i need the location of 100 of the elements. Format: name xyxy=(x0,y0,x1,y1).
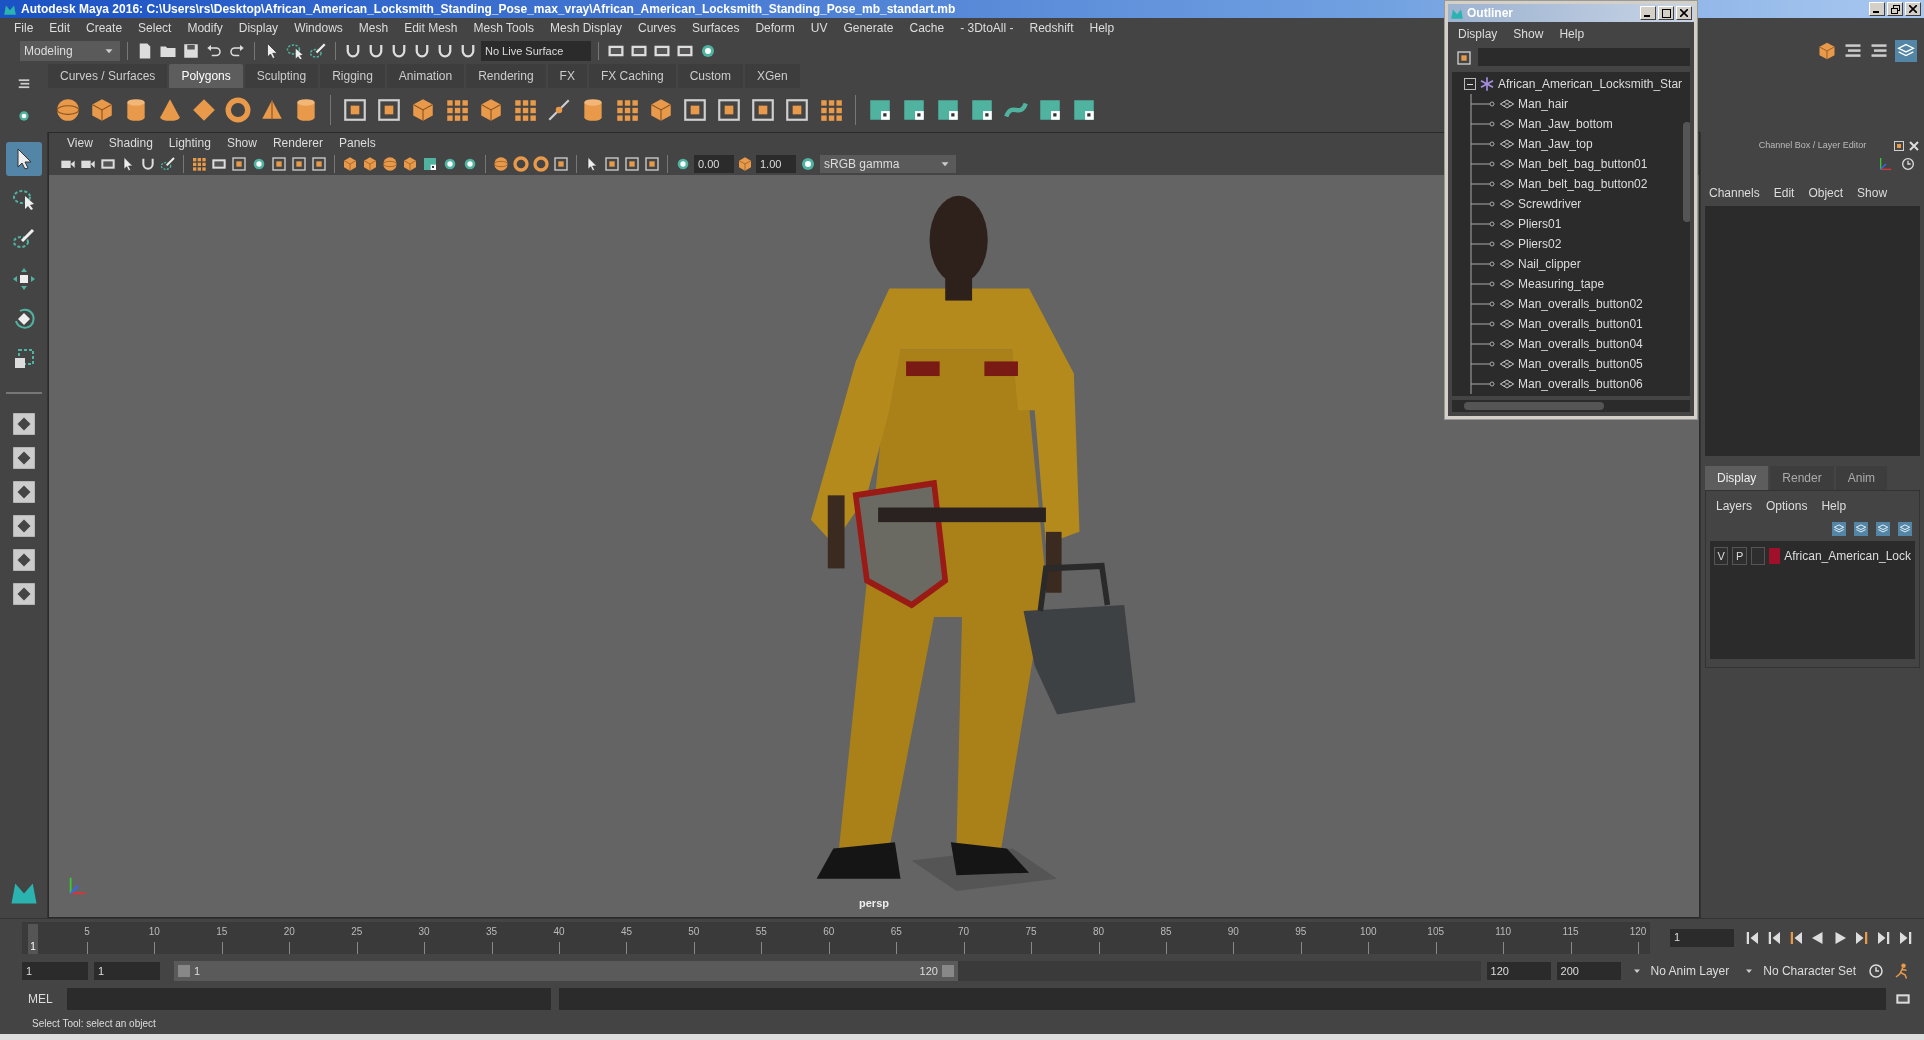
menu-item[interactable]: Create xyxy=(78,19,131,37)
shelf-tab[interactable]: Rendering xyxy=(466,64,546,88)
outliner-item[interactable]: Man_Jaw_top xyxy=(1518,135,1593,153)
tool-button[interactable] xyxy=(1831,521,1847,537)
tool-button[interactable] xyxy=(310,155,328,173)
tool-button[interactable] xyxy=(16,108,32,124)
range-slider-track[interactable]: 1 120 xyxy=(174,961,1481,981)
tool-button[interactable] xyxy=(341,155,359,173)
tool-button[interactable] xyxy=(512,155,530,173)
outliner-item[interactable]: Pliers02 xyxy=(1518,235,1562,253)
menu-item[interactable]: UV xyxy=(802,19,836,37)
tool-button[interactable] xyxy=(532,155,550,173)
layer-menu-item[interactable]: Layers xyxy=(1716,497,1753,515)
outliner-item[interactable]: Screwdriver xyxy=(1518,195,1582,213)
outliner-item[interactable]: Man_overalls_button06 xyxy=(1518,375,1643,393)
layer-menu-item[interactable]: Options xyxy=(1766,497,1808,515)
tool-button[interactable] xyxy=(361,155,379,173)
shelf-tab[interactable]: Rigging xyxy=(320,64,385,88)
tool-button[interactable] xyxy=(783,96,811,124)
shelf-tab[interactable]: Polygons xyxy=(169,64,243,88)
tool-button[interactable] xyxy=(736,155,754,173)
playback-end-field[interactable]: 120 xyxy=(1486,962,1551,980)
menu-item[interactable]: Deform xyxy=(747,19,803,37)
horizontal-scrollbar[interactable] xyxy=(1452,400,1690,412)
shelf-tab[interactable]: FX Caching xyxy=(588,64,676,88)
outliner-menu-item[interactable]: Show xyxy=(1513,25,1544,43)
panel-menu-item[interactable]: Panels xyxy=(330,134,384,152)
outliner-item[interactable]: African_American_Locksmith_Star xyxy=(1498,75,1683,93)
outliner-item[interactable]: Man_overalls_button01 xyxy=(1518,315,1643,333)
tool-button[interactable] xyxy=(749,96,777,124)
panel-menu-item[interactable]: Shading xyxy=(100,134,161,152)
playback-toggle[interactable]: P xyxy=(1732,547,1747,565)
menu-item[interactable]: Mesh Display xyxy=(542,19,631,37)
menu-item[interactable]: - 3DtoAll - xyxy=(952,19,1022,37)
panel-menu-item[interactable]: View xyxy=(59,134,101,152)
menu-item[interactable]: Windows xyxy=(286,19,351,37)
tool-button[interactable] xyxy=(492,155,510,173)
outliner-item[interactable]: Nail_clipper xyxy=(1518,255,1581,273)
outliner-item[interactable]: Man_belt_bag_button01 xyxy=(1518,155,1648,173)
reference-toggle[interactable] xyxy=(1750,547,1766,565)
layer-tab[interactable]: Anim xyxy=(1835,466,1888,490)
playback-start-field[interactable]: 1 xyxy=(94,962,160,980)
outliner-item[interactable]: Man_overalls_button05 xyxy=(1518,355,1643,373)
tool-button[interactable] xyxy=(270,155,288,173)
menu-item[interactable]: Mesh xyxy=(350,19,397,37)
channel-menu-item[interactable]: Object xyxy=(1808,184,1844,202)
tool-button[interactable] xyxy=(1892,139,1906,153)
current-frame-field[interactable]: 1 xyxy=(1670,928,1734,947)
current-frame-marker[interactable]: 1 xyxy=(28,923,38,954)
tool-button[interactable] xyxy=(603,155,621,173)
range-handle[interactable] xyxy=(178,965,190,977)
color-space-dropdown[interactable]: sRGB gamma xyxy=(820,155,956,173)
menu-item[interactable]: Curves xyxy=(630,19,685,37)
outliner-item[interactable]: Man_belt_bag_button02 xyxy=(1518,175,1648,193)
minimize-button[interactable] xyxy=(1640,6,1656,20)
close-button[interactable] xyxy=(1908,139,1920,153)
channel-menu-item[interactable]: Edit xyxy=(1773,184,1795,202)
panel-menu-item[interactable]: Lighting xyxy=(160,134,219,152)
visibility-toggle[interactable]: V xyxy=(1714,547,1729,565)
tool-button[interactable] xyxy=(54,96,82,124)
tool-button[interactable] xyxy=(5,142,42,176)
outliner-item[interactable]: Man_overalls_button04 xyxy=(1518,335,1643,353)
close-button[interactable] xyxy=(1676,6,1692,20)
restore-button[interactable] xyxy=(1887,2,1903,16)
tool-button[interactable] xyxy=(285,41,305,61)
layer-name[interactable]: African_American_Lock xyxy=(1784,547,1911,565)
shelf-tab[interactable]: Curves / Surfaces xyxy=(48,64,168,88)
shelf-tab[interactable]: FX xyxy=(547,64,587,88)
menu-item[interactable]: Cache xyxy=(901,19,953,37)
shelf-tab[interactable]: Animation xyxy=(386,64,465,88)
menu-item[interactable]: Redshift xyxy=(1021,19,1082,37)
menu-item[interactable]: Display xyxy=(230,19,287,37)
start-frame-field[interactable]: 1 xyxy=(22,962,88,980)
menu-item[interactable]: Generate xyxy=(835,19,902,37)
menu-item[interactable]: Mesh Tools xyxy=(465,19,542,37)
outliner-item[interactable]: Man_Jaw_bottom xyxy=(1518,115,1613,133)
outliner-menu-item[interactable]: Display xyxy=(1458,25,1498,43)
tool-button[interactable] xyxy=(623,155,641,173)
tool-button[interactable] xyxy=(552,155,570,173)
shelf-tab[interactable]: Custom xyxy=(677,64,743,88)
menu-item[interactable]: Edit xyxy=(41,19,79,37)
minimize-button[interactable] xyxy=(1869,2,1885,16)
outliner-item[interactable]: Man_overalls_button02 xyxy=(1518,295,1643,313)
shelf-tab[interactable]: XGen xyxy=(744,64,800,88)
channel-menu-item[interactable]: Show xyxy=(1857,184,1888,202)
panel-menu-item[interactable]: Show xyxy=(218,134,265,152)
tool-button[interactable] xyxy=(1853,521,1869,537)
tool-button[interactable] xyxy=(715,96,743,124)
tool-button[interactable] xyxy=(375,96,403,124)
tool-button[interactable] xyxy=(190,155,208,173)
layer-color-swatch[interactable] xyxy=(1769,548,1781,564)
tool-button[interactable] xyxy=(643,155,661,173)
outliner-item[interactable]: Measuring_tape xyxy=(1518,275,1605,293)
tool-button[interactable] xyxy=(224,96,252,124)
tool-button[interactable] xyxy=(341,96,369,124)
tool-button[interactable] xyxy=(381,155,399,173)
command-input[interactable] xyxy=(66,988,551,1010)
live-surface-field[interactable]: No Live Surface xyxy=(481,41,591,61)
tool-button[interactable] xyxy=(681,96,709,124)
outliner-menu-item[interactable]: Help xyxy=(1559,25,1585,43)
